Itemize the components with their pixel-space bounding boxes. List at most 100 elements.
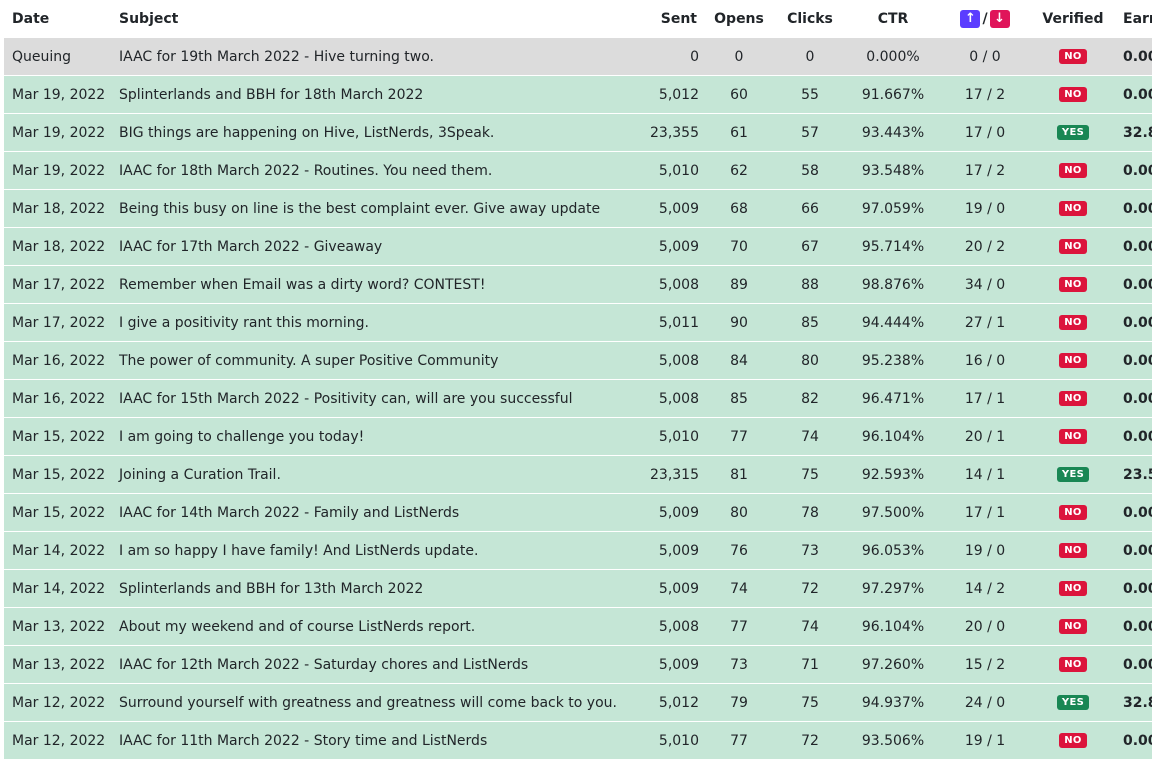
row-earned-cell: 23.568	[1115, 456, 1152, 494]
table-row[interactable]: Queuing IAAC for 19th March 2022 - Hive …	[4, 38, 1152, 76]
row-date: Mar 16, 2022	[4, 380, 111, 418]
row-ctr: 92.593%	[847, 456, 939, 494]
row-subject[interactable]: Surround yourself with greatness and gre…	[111, 684, 621, 722]
row-clicks: 80	[773, 342, 847, 380]
row-subject[interactable]: IAAC for 11th March 2022 - Story time an…	[111, 722, 621, 759]
row-opens: 77	[705, 608, 773, 646]
row-votes: 20 / 0	[939, 608, 1031, 646]
row-votes: 20 / 1	[939, 418, 1031, 456]
header-subject[interactable]: Subject	[111, 0, 621, 38]
row-clicks: 0	[773, 38, 847, 76]
table-row[interactable]: Mar 16, 2022 The power of community. A s…	[4, 342, 1152, 380]
row-subject[interactable]: Splinterlands and BBH for 13th March 202…	[111, 570, 621, 608]
header-row: Date Subject Sent Opens Clicks CTR ↑/↓ V…	[4, 0, 1152, 38]
row-date: Mar 17, 2022	[4, 304, 111, 342]
verified-badge: NO	[1059, 315, 1086, 330]
table-row[interactable]: Mar 14, 2022 I am so happy I have family…	[4, 532, 1152, 570]
row-verified-cell: NO	[1031, 304, 1115, 342]
row-verified-cell: NO	[1031, 570, 1115, 608]
header-sent[interactable]: Sent	[621, 0, 705, 38]
row-subject[interactable]: IAAC for 17th March 2022 - Giveaway	[111, 228, 621, 266]
row-ctr: 97.260%	[847, 646, 939, 684]
row-verified-cell: NO	[1031, 608, 1115, 646]
table-row[interactable]: Mar 13, 2022 IAAC for 12th March 2022 - …	[4, 646, 1152, 684]
verified-badge: NO	[1059, 619, 1086, 634]
row-ctr: 97.059%	[847, 190, 939, 228]
table-row[interactable]: Mar 14, 2022 Splinterlands and BBH for 1…	[4, 570, 1152, 608]
row-opens: 84	[705, 342, 773, 380]
row-clicks: 72	[773, 722, 847, 759]
row-subject[interactable]: I give a positivity rant this morning.	[111, 304, 621, 342]
row-verified-cell: NO	[1031, 418, 1115, 456]
header-ctr[interactable]: CTR	[847, 0, 939, 38]
row-sent: 5,012	[621, 684, 705, 722]
row-verified-cell: YES	[1031, 456, 1115, 494]
header-earned[interactable]: Earned	[1115, 0, 1152, 38]
header-date[interactable]: Date	[4, 0, 111, 38]
table-row[interactable]: Mar 19, 2022 BIG things are happening on…	[4, 114, 1152, 152]
row-ctr: 96.471%	[847, 380, 939, 418]
row-subject[interactable]: Being this busy on line is the best comp…	[111, 190, 621, 228]
row-subject[interactable]: Splinterlands and BBH for 18th March 202…	[111, 76, 621, 114]
row-subject[interactable]: IAAC for 14th March 2022 - Family and Li…	[111, 494, 621, 532]
row-earned: 0.000	[1123, 353, 1152, 369]
row-sent: 5,011	[621, 304, 705, 342]
row-votes: 19 / 1	[939, 722, 1031, 759]
row-subject[interactable]: Joining a Curation Trail.	[111, 456, 621, 494]
table-row[interactable]: Mar 17, 2022 I give a positivity rant th…	[4, 304, 1152, 342]
row-subject[interactable]: The power of community. A super Positive…	[111, 342, 621, 380]
row-earned-cell: 0.000	[1115, 570, 1152, 608]
row-clicks: 58	[773, 152, 847, 190]
header-opens[interactable]: Opens	[705, 0, 773, 38]
row-verified-cell: NO	[1031, 342, 1115, 380]
row-clicks: 72	[773, 570, 847, 608]
row-ctr: 93.548%	[847, 152, 939, 190]
table-row[interactable]: Mar 18, 2022 Being this busy on line is …	[4, 190, 1152, 228]
row-subject[interactable]: IAAC for 18th March 2022 - Routines. You…	[111, 152, 621, 190]
row-subject[interactable]: About my weekend and of course ListNerds…	[111, 608, 621, 646]
table-row[interactable]: Mar 12, 2022 Surround yourself with grea…	[4, 684, 1152, 722]
table-row[interactable]: Mar 17, 2022 Remember when Email was a d…	[4, 266, 1152, 304]
row-ctr: 97.297%	[847, 570, 939, 608]
row-sent: 5,010	[621, 722, 705, 759]
row-sent: 5,012	[621, 76, 705, 114]
row-ctr: 94.444%	[847, 304, 939, 342]
row-verified-cell: NO	[1031, 38, 1115, 76]
table-row[interactable]: Mar 15, 2022 IAAC for 14th March 2022 - …	[4, 494, 1152, 532]
row-earned: 0.000	[1123, 201, 1152, 217]
table-row[interactable]: Mar 13, 2022 About my weekend and of cou…	[4, 608, 1152, 646]
row-subject[interactable]: BIG things are happening on Hive, ListNe…	[111, 114, 621, 152]
row-date: Mar 14, 2022	[4, 532, 111, 570]
row-subject[interactable]: Remember when Email was a dirty word? CO…	[111, 266, 621, 304]
row-date: Mar 19, 2022	[4, 114, 111, 152]
table-row[interactable]: Mar 12, 2022 IAAC for 11th March 2022 - …	[4, 722, 1152, 759]
row-ctr: 91.667%	[847, 76, 939, 114]
row-opens: 74	[705, 570, 773, 608]
row-subject[interactable]: IAAC for 19th March 2022 - Hive turning …	[111, 38, 621, 76]
verified-badge: NO	[1059, 353, 1086, 368]
header-clicks[interactable]: Clicks	[773, 0, 847, 38]
header-verified[interactable]: Verified	[1031, 0, 1115, 38]
table-row[interactable]: Mar 19, 2022 IAAC for 18th March 2022 - …	[4, 152, 1152, 190]
row-subject[interactable]: IAAC for 12th March 2022 - Saturday chor…	[111, 646, 621, 684]
header-votes[interactable]: ↑/↓	[939, 0, 1031, 38]
verified-badge: NO	[1059, 543, 1086, 558]
row-earned-cell: 32.826	[1115, 114, 1152, 152]
row-clicks: 57	[773, 114, 847, 152]
row-sent: 5,008	[621, 266, 705, 304]
row-votes: 19 / 0	[939, 532, 1031, 570]
row-opens: 0	[705, 38, 773, 76]
row-subject[interactable]: IAAC for 15th March 2022 - Positivity ca…	[111, 380, 621, 418]
table-row[interactable]: Mar 15, 2022 Joining a Curation Trail. 2…	[4, 456, 1152, 494]
row-opens: 61	[705, 114, 773, 152]
table-row[interactable]: Mar 15, 2022 I am going to challenge you…	[4, 418, 1152, 456]
table-row[interactable]: Mar 19, 2022 Splinterlands and BBH for 1…	[4, 76, 1152, 114]
row-earned: 32.826	[1123, 695, 1152, 711]
table-row[interactable]: Mar 18, 2022 IAAC for 17th March 2022 - …	[4, 228, 1152, 266]
table-row[interactable]: Mar 16, 2022 IAAC for 15th March 2022 - …	[4, 380, 1152, 418]
row-subject[interactable]: I am going to challenge you today!	[111, 418, 621, 456]
row-sent: 23,355	[621, 114, 705, 152]
row-subject[interactable]: I am so happy I have family! And ListNer…	[111, 532, 621, 570]
row-earned: 32.826	[1123, 125, 1152, 141]
row-date: Mar 16, 2022	[4, 342, 111, 380]
